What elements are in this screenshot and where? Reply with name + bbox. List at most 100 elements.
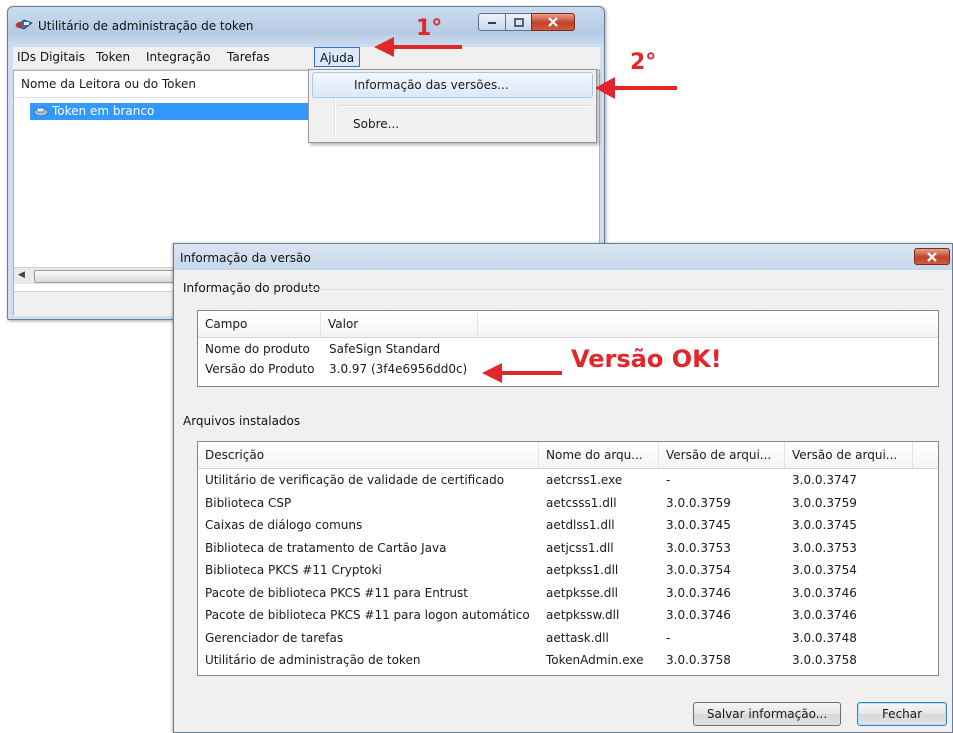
menu-ids-digitais[interactable]: IDs Digitais [17,50,85,64]
product-version: 3.0.0.3754 [792,563,857,577]
file-name: aetcrss1.exe [546,473,623,487]
file-name: aettask.dll [546,630,609,645]
token-label: Token em branco [52,104,155,118]
table-row[interactable]: Biblioteca CSP aetcsss1.dll 3.0.0.3759 3.0.… [198,493,938,514]
menu-separator [339,105,591,107]
file-name: aetpkss1.dll [546,563,619,577]
table-header: Campo Valor [198,311,938,338]
product-version: 3.0.0.3753 [792,540,857,555]
menu-item-version-info[interactable]: Informação das versões... [312,72,593,98]
product-version: 3.0.0.3746 [792,608,857,622]
minimize-button[interactable] [478,13,506,31]
file-description: Gerenciador de tarefas [205,630,344,645]
arrow-icon [595,77,677,99]
file-version: - [666,473,671,487]
table-row[interactable]: Utilitário de administração de token Toke… [198,650,938,671]
scroll-left-icon[interactable]: ◀ [18,270,25,280]
product-version: 3.0.0.3748 [792,630,857,645]
menu-item-label: Informação das versões... [354,78,509,92]
close-icon [927,251,937,262]
field-name: Nome do produto [205,342,310,356]
table-row[interactable]: Biblioteca de tratamento de Cartão Java a… [198,538,938,559]
file-description: Biblioteca CSP [205,495,292,510]
menu-tarefas[interactable]: Tarefas [227,50,270,64]
product-version: 3.0.0.3745 [792,518,857,532]
table-row[interactable]: Pacote de biblioteca PKCS #11 para Entru… [198,583,938,604]
maximize-button[interactable] [505,13,532,31]
product-version: 3.0.0.3758 [792,653,857,667]
file-version: 3.0.0.3759 [666,495,731,510]
table-row[interactable]: Biblioteca PKCS #11 Cryptoki aetpkss1.dll… [198,560,938,581]
field-value: 3.0.97 (3f4e6956dd0c) [329,362,468,376]
installed-files-table: Descrição Nome do arqu... Versão de arqu… [197,441,939,676]
menu-bar: IDs Digitais Token Integração Tarefas Aj… [13,47,600,70]
minimize-icon [488,22,496,24]
menu-ajuda[interactable]: Ajuda [314,47,361,67]
file-description: Pacote de biblioteca PKCS #11 para Entru… [205,585,468,600]
menu-item-about[interactable]: Sobre... [312,112,593,138]
column-header-reader: Nome da Leitora ou do Token [21,77,197,91]
close-window-button[interactable] [531,13,575,31]
dialog-close-button[interactable] [914,248,950,265]
file-version: 3.0.0.3758 [666,653,731,667]
arrow-icon [374,37,462,57]
file-description: Pacote de biblioteca PKCS #11 para logon… [205,608,530,622]
horizontal-scrollbar[interactable]: ◀ [14,267,174,284]
file-description: Utilitário de verificação de validade de… [205,473,505,487]
save-info-button[interactable]: Salvar informação... [693,702,841,726]
table-row[interactable]: Caixas de diálogo comuns aetdlss1.dll 3.0.… [198,515,938,536]
file-version: - [666,630,671,645]
column-header-descricao[interactable]: Descrição [198,442,539,468]
file-name: aetpkssw.dll [546,608,620,622]
column-header-file-name[interactable]: Nome do arqu... [539,442,659,468]
column-header-file-version[interactable]: Versão de arqui... [659,442,785,468]
window-title: Utilitário de administração de token [38,19,254,33]
file-description: Utilitário de administração de token [205,653,421,667]
column-header-valor[interactable]: Valor [321,311,478,337]
menu-token[interactable]: Token [96,50,130,64]
file-description: Caixas de diálogo comuns [205,518,363,532]
close-button[interactable]: Fechar [857,702,947,726]
token-list-item[interactable]: Token em branco [30,103,310,120]
file-version: 3.0.0.3745 [666,518,731,532]
version-info-dialog: Informação da versão Informação do produ… [173,243,953,733]
file-version: 3.0.0.3754 [666,563,731,577]
step-2-annotation: 2° [630,50,657,75]
token-icon [33,107,49,117]
ajuda-menu-dropdown: Informação das versões... Sobre... [308,69,597,143]
file-name: aetjcss1.dll [546,540,614,555]
column-header-campo[interactable]: Campo [198,311,321,337]
field-value: SafeSign Standard [329,342,441,356]
table-row[interactable]: Pacote de biblioteca PKCS #11 para logon… [198,605,938,626]
file-name: aetdlss1.dll [546,518,615,532]
file-version: 3.0.0.3746 [666,608,731,622]
version-ok-annotation: Versão OK! [571,345,722,373]
maximize-icon [513,17,524,27]
table-row[interactable]: Gerenciador de tarefas aettask.dll - 3.0.0.… [198,628,938,649]
scrollbar-thumb[interactable] [34,270,174,283]
title-bar[interactable]: Utilitário de administração de token [8,7,604,39]
section-divider [304,289,944,290]
table-row[interactable]: Utilitário de verificação de validade de… [198,470,938,491]
column-header-product-version[interactable]: Versão de arqui... [785,442,913,468]
file-description: Biblioteca de tratamento de Cartão Java [205,540,447,555]
dialog-title: Informação da versão [180,251,311,265]
installed-files-heading: Arquivos instalados [183,414,301,428]
file-description: Biblioteca PKCS #11 Cryptoki [205,563,382,577]
dialog-title-bar[interactable]: Informação da versão [174,244,952,270]
product-version: 3.0.0.3746 [792,585,857,600]
file-name: aetpksse.dll [546,585,618,600]
menu-item-label: Sobre... [353,117,400,131]
file-version: 3.0.0.3746 [666,585,731,600]
table-row[interactable]: Versão do Produto 3.0.97 (3f4e6956dd0c) [198,359,938,380]
product-version: 3.0.0.3747 [792,473,857,487]
field-name: Versão do Produto [205,362,315,376]
menu-integracao[interactable]: Integração [146,50,210,64]
table-header: Descrição Nome do arqu... Versão de arqu… [198,442,938,469]
close-icon [548,17,558,27]
file-name: aetcsss1.dll [546,495,617,510]
table-row[interactable]: Nome do produto SafeSign Standard [198,339,938,360]
product-info-table: Campo Valor Nome do produto SafeSign Sta… [197,310,939,387]
token-app-icon [15,19,33,30]
file-version: 3.0.0.3753 [666,540,731,555]
